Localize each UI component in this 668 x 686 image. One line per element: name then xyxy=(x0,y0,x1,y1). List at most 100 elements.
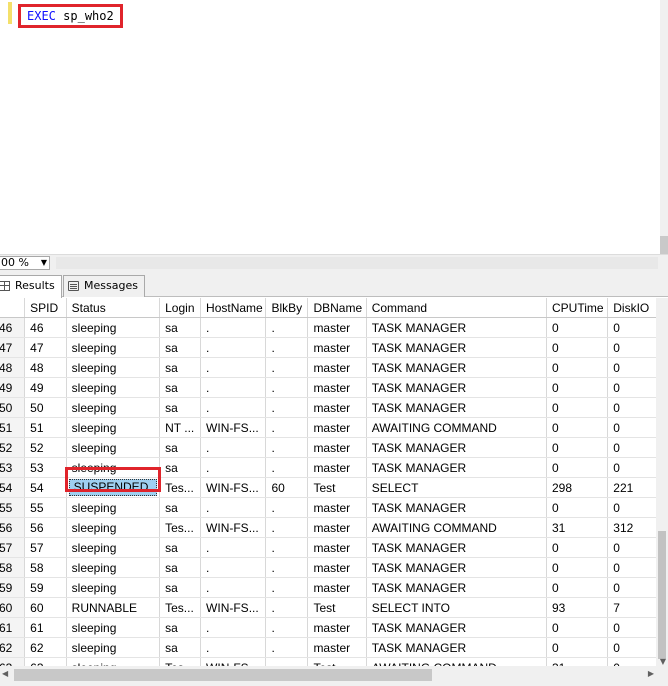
cell-status[interactable]: sleeping xyxy=(66,437,161,458)
table-row[interactable]: 57 57 sleeping sa.. master TASK MANAGER 0 0 xyxy=(0,537,662,558)
cell-blkby[interactable]: . xyxy=(265,517,309,538)
cell-hostname[interactable]: WIN-FS... xyxy=(200,517,267,538)
cell-status[interactable]: sleeping xyxy=(66,377,161,398)
cell-spid[interactable]: 49 xyxy=(24,377,67,398)
cell-diskio[interactable]: 0 xyxy=(607,537,662,558)
cell-command[interactable]: TASK MANAGER xyxy=(366,377,548,398)
cell-blkby[interactable]: 60 xyxy=(265,477,309,498)
cell-row-number[interactable]: 53 xyxy=(0,457,26,478)
cell-status[interactable]: sleeping xyxy=(66,497,161,518)
query-text[interactable]: EXEC sp_who2 xyxy=(18,4,123,28)
cell-blkby[interactable]: . xyxy=(265,337,309,358)
cell-spid[interactable]: 62 xyxy=(24,637,67,658)
query-editor[interactable]: EXEC sp_who2 xyxy=(0,0,668,254)
cell-login[interactable]: sa xyxy=(159,437,202,458)
table-row[interactable]: 48 48 sleeping sa.. master TASK MANAGER 0 0 xyxy=(0,357,662,378)
cell-spid[interactable]: 54 xyxy=(24,477,67,498)
table-row[interactable]: 59 59 sleeping sa.. master TASK MANAGER 0 0 xyxy=(0,577,662,598)
cell-blkby[interactable]: . xyxy=(265,437,309,458)
cell-login[interactable]: NT ... xyxy=(159,417,202,438)
cell-dbname[interactable]: master xyxy=(307,437,367,458)
cell-cputime[interactable]: 0 xyxy=(546,317,609,338)
cell-diskio[interactable]: 0 xyxy=(607,377,662,398)
cell-command[interactable]: TASK MANAGER xyxy=(366,337,548,358)
table-row[interactable]: 49 49 sleeping sa.. master TASK MANAGER 0 0 xyxy=(0,377,662,398)
cell-cputime[interactable]: 0 xyxy=(546,617,609,638)
cell-row-number[interactable]: 55 xyxy=(0,497,26,518)
cell-row-number[interactable]: 54 xyxy=(0,477,26,498)
cell-dbname[interactable]: master xyxy=(307,357,367,378)
cell-login[interactable]: sa xyxy=(159,337,202,358)
cell-status[interactable]: sleeping xyxy=(66,657,161,666)
cell-row-number[interactable]: 61 xyxy=(0,617,26,638)
cell-cputime[interactable]: 298 xyxy=(546,477,609,498)
cell-status[interactable]: RUNNABLE xyxy=(66,597,161,618)
cell-diskio[interactable]: 0 xyxy=(607,637,662,658)
cell-spid[interactable]: 61 xyxy=(24,617,67,638)
cell-command[interactable]: TASK MANAGER xyxy=(366,537,548,558)
cell-spid[interactable]: 57 xyxy=(24,537,67,558)
cell-spid[interactable]: 56 xyxy=(24,517,67,538)
cell-hostname[interactable]: WIN-FS... xyxy=(200,417,267,438)
column-header-hostname[interactable]: HostName xyxy=(200,298,267,318)
table-row[interactable]: 6363sleepingTes...WIN-FS....TestAWAITING… xyxy=(0,657,662,666)
cell-command[interactable]: TASK MANAGER xyxy=(366,637,548,658)
cell-cputime[interactable]: 0 xyxy=(546,377,609,398)
cell-spid[interactable]: 52 xyxy=(24,437,67,458)
cell-dbname[interactable]: master xyxy=(307,317,367,338)
editor-vertical-scrollbar[interactable] xyxy=(660,0,668,254)
cell-blkby[interactable]: . xyxy=(265,657,309,666)
grid-horizontal-scrollbar[interactable]: ◀ ▶ xyxy=(0,666,668,686)
cell-dbname[interactable]: master xyxy=(307,537,367,558)
cell-spid[interactable]: 63 xyxy=(24,657,67,666)
cell-blkby[interactable]: . xyxy=(265,617,309,638)
cell-hostname[interactable]: . xyxy=(200,637,267,658)
scroll-left-icon[interactable]: ◀ xyxy=(2,669,8,678)
grid-vertical-scrollbar[interactable]: ▼ xyxy=(656,298,668,666)
cell-diskio[interactable]: 0 xyxy=(607,317,662,338)
cell-diskio[interactable]: 7 xyxy=(607,597,662,618)
cell-blkby[interactable]: . xyxy=(265,637,309,658)
cell-status[interactable]: sleeping xyxy=(66,317,161,338)
cell-spid[interactable]: 48 xyxy=(24,357,67,378)
cell-command[interactable]: AWAITING COMMAND xyxy=(366,517,548,538)
cell-login[interactable]: sa xyxy=(159,357,202,378)
column-header-row-number[interactable] xyxy=(0,298,26,318)
column-header-dbname[interactable]: DBName xyxy=(307,298,367,318)
cell-login[interactable]: sa xyxy=(159,637,202,658)
cell-diskio[interactable]: 0 xyxy=(607,657,662,666)
cell-cputime[interactable]: 31 xyxy=(546,517,609,538)
table-row[interactable]: 50 50 sleeping sa.. master TASK MANAGER 0 0 xyxy=(0,397,662,418)
cell-login[interactable]: Tes... xyxy=(159,517,202,538)
zoom-select[interactable]: 00 % ▼ xyxy=(0,256,50,270)
table-row[interactable]: 52 52 sleeping sa.. master TASK MANAGER 0 0 xyxy=(0,437,662,458)
table-row[interactable]: 55 55 sleeping sa.. master TASK MANAGER 0 0 xyxy=(0,497,662,518)
cell-blkby[interactable]: . xyxy=(265,557,309,578)
table-row[interactable]: 47 47 sleeping sa.. master TASK MANAGER 0 0 xyxy=(0,337,662,358)
cell-dbname[interactable]: Test xyxy=(307,477,367,498)
cell-row-number[interactable]: 47 xyxy=(0,337,26,358)
table-row[interactable]: 56 56 sleeping Tes... WIN-FS.... master AWAITI… xyxy=(0,517,662,538)
cell-spid[interactable]: 58 xyxy=(24,557,67,578)
cell-status[interactable]: sleeping xyxy=(66,517,161,538)
column-header-login[interactable]: Login xyxy=(159,298,202,318)
cell-dbname[interactable]: master xyxy=(307,497,367,518)
tab-results[interactable]: Results xyxy=(0,275,62,298)
cell-blkby[interactable]: . xyxy=(265,397,309,418)
cell-dbname[interactable]: master xyxy=(307,397,367,418)
cell-diskio[interactable]: 0 xyxy=(607,357,662,378)
cell-blkby[interactable]: . xyxy=(265,417,309,438)
cell-command[interactable]: TASK MANAGER xyxy=(366,617,548,638)
cell-row-number[interactable]: 63 xyxy=(0,657,26,666)
cell-hostname[interactable]: WIN-FS... xyxy=(200,657,267,666)
cell-cputime[interactable]: 0 xyxy=(546,537,609,558)
cell-login[interactable]: Tes... xyxy=(159,477,202,498)
cell-hostname[interactable]: . xyxy=(200,317,267,338)
cell-dbname[interactable]: master xyxy=(307,637,367,658)
cell-cputime[interactable]: 0 xyxy=(546,437,609,458)
cell-blkby[interactable]: . xyxy=(265,317,309,338)
cell-command[interactable]: TASK MANAGER xyxy=(366,557,548,578)
cell-cputime[interactable]: 0 xyxy=(546,637,609,658)
grid-vscroll-thumb[interactable] xyxy=(658,531,666,659)
cell-status[interactable]: sleeping xyxy=(66,337,161,358)
